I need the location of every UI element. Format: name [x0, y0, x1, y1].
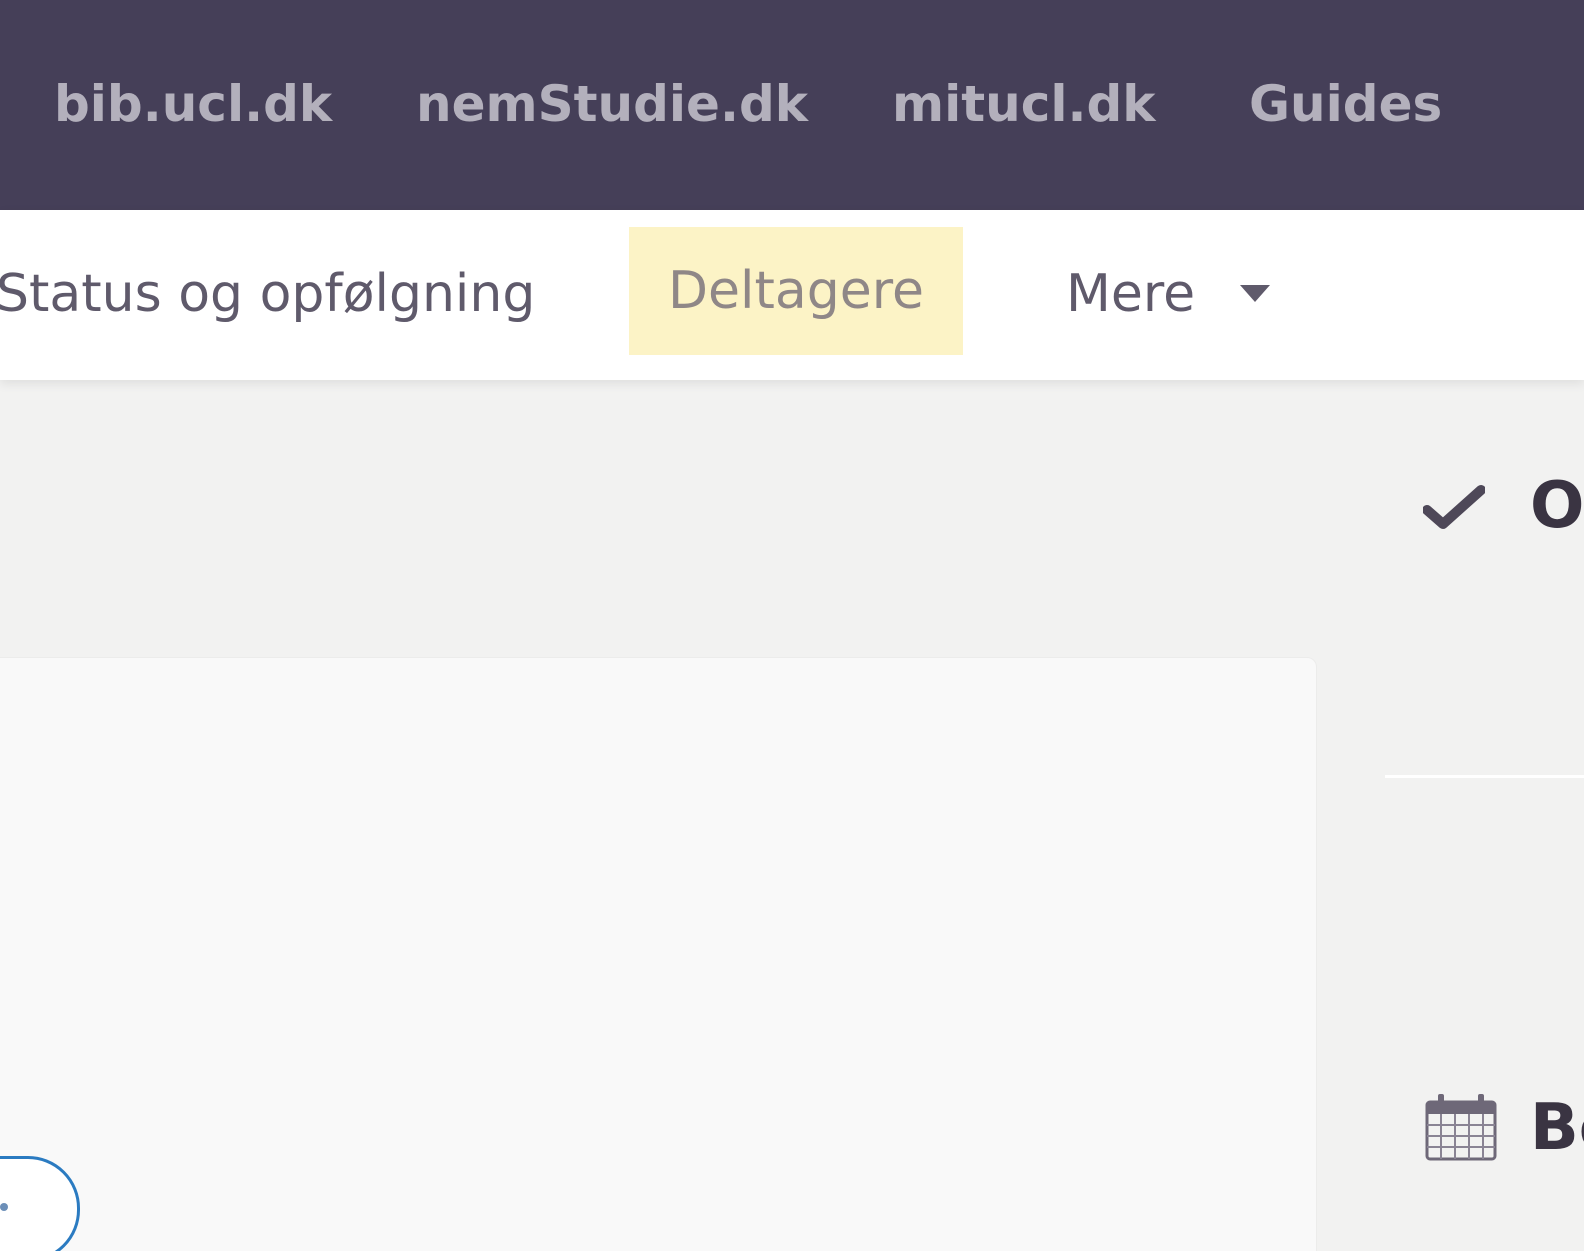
divider	[1385, 775, 1584, 778]
right-heading-op: Op	[1530, 469, 1584, 543]
right-heading-be: Be	[1530, 1091, 1584, 1165]
check-icon	[1423, 485, 1485, 529]
tab-deltagere[interactable]: Deltagere	[629, 227, 963, 355]
calendar-icon	[1425, 1094, 1497, 1161]
page: bib.ucl.dk nemStudie.dk mitucl.dk Guides…	[0, 0, 1584, 1251]
tab-mere[interactable]: Mere	[1066, 264, 1195, 324]
tab-status[interactable]: Status og opfølgning	[0, 264, 535, 324]
top-nav-link-bib[interactable]: bib.ucl.dk	[54, 74, 332, 134]
top-nav-link-mitucl[interactable]: mitucl.dk	[892, 74, 1156, 134]
caret-down-icon[interactable]	[1240, 285, 1270, 302]
pill-indicator	[0, 1203, 8, 1211]
content-card	[0, 657, 1317, 1251]
top-nav-link-guides[interactable]: Guides	[1249, 74, 1442, 134]
top-nav-bar: bib.ucl.dk nemStudie.dk mitucl.dk Guides	[0, 0, 1584, 210]
course-nav-bar: Status og opfølgning Deltagere Mere	[0, 210, 1584, 380]
top-nav-link-nemstudie[interactable]: nemStudie.dk	[416, 74, 808, 134]
